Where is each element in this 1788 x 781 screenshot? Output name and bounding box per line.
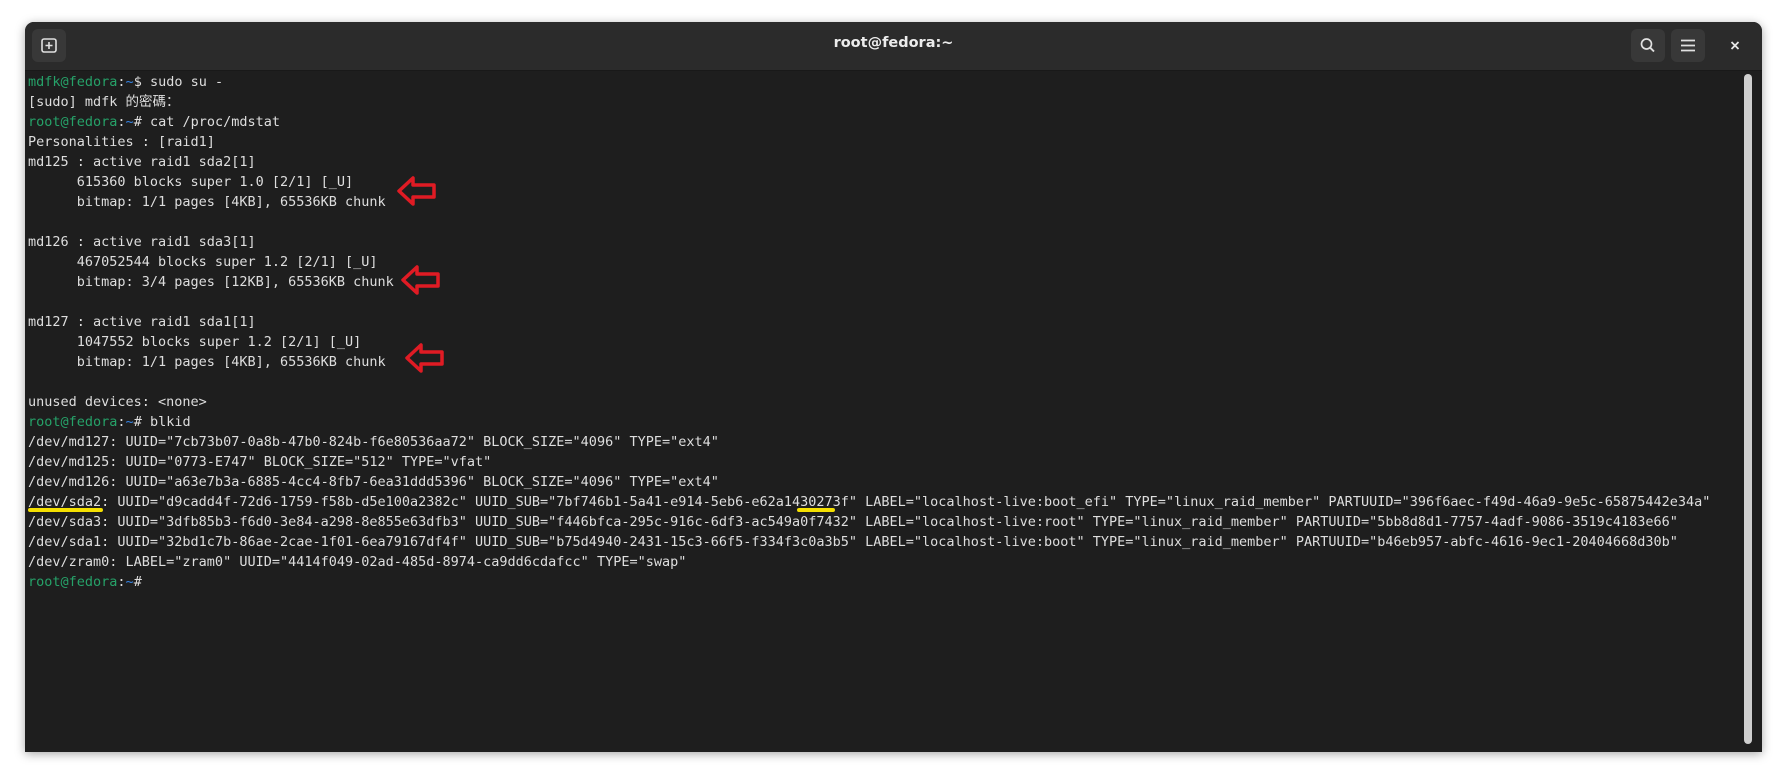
prompt-user: mdfk@fedora: [28, 74, 118, 90]
command-text: # blkid: [133, 414, 191, 430]
scrollbar[interactable]: [1744, 74, 1752, 744]
terminal-line: 615360 blocks super 1.0 [2/1] [_U]: [28, 174, 354, 190]
terminal-line: root@fedora:~# cat /proc/mdstat: [28, 112, 280, 132]
highlight-underline: [797, 508, 835, 512]
left-arrow-icon: [397, 176, 436, 206]
prompt-path: ~: [125, 574, 134, 590]
left-arrow-icon: [405, 343, 444, 373]
title-bar: root@fedora:~: [25, 22, 1762, 71]
prompt-user: root@fedora: [28, 114, 118, 130]
terminal-line: /dev/md126: UUID="a63e7b3a-6885-4cc4-8fb…: [28, 474, 719, 490]
prompt-path: ~: [125, 74, 134, 90]
terminal-line: bitmap: 1/1 pages [4KB], 65536KB chunk: [28, 354, 386, 370]
prompt-separator: :: [117, 414, 126, 430]
terminal-line: md125 : active raid1 sda2[1]: [28, 154, 256, 170]
close-icon: [1730, 41, 1740, 50]
terminal-line: Personalities : [raid1]: [28, 134, 215, 150]
prompt-path: ~: [125, 114, 134, 130]
search-button[interactable]: [1631, 29, 1665, 62]
highlight-underline: [28, 508, 103, 512]
command-text: #: [133, 574, 142, 590]
terminal-line: md127 : active raid1 sda1[1]: [28, 314, 256, 330]
terminal-line: /dev/md125: UUID="0773-E747" BLOCK_SIZE=…: [28, 454, 492, 470]
command-text: # cat /proc/mdstat: [133, 114, 280, 130]
command-text: $ sudo su -: [133, 74, 224, 90]
terminal-line: /dev/sda1: UUID="32bd1c7b-86ae-2cae-1f01…: [28, 534, 1678, 550]
terminal-line: bitmap: 1/1 pages [4KB], 65536KB chunk: [28, 194, 386, 210]
terminal-line: /dev/sda2: UUID="d9cadd4f-72d6-1759-f58b…: [28, 494, 1711, 510]
window-title: root@fedora:~: [833, 35, 954, 51]
prompt-separator: :: [117, 114, 126, 130]
terminal-line: [sudo] mdfk 的密碼：: [28, 94, 180, 110]
close-button[interactable]: [1718, 29, 1752, 62]
terminal-line: unused devices: <none>: [28, 394, 207, 410]
prompt-user: root@fedora: [28, 414, 118, 430]
terminal-line: bitmap: 3/4 pages [12KB], 65536KB chunk: [28, 274, 394, 290]
terminal-line: 1047552 blocks super 1.2 [2/1] [_U]: [28, 334, 362, 350]
left-arrow-icon: [401, 265, 440, 295]
terminal-line: md126 : active raid1 sda3[1]: [28, 234, 256, 250]
prompt-path: ~: [125, 414, 134, 430]
terminal-line: mdfk@fedora:~$ sudo su -: [28, 72, 223, 92]
terminal-line: /dev/md127: UUID="7cb73b07-0a8b-47b0-824…: [28, 434, 719, 450]
terminal-line: /dev/sda3: UUID="3dfb85b3-f6d0-3e84-a298…: [28, 514, 1678, 530]
terminal-output[interactable]: mdfk@fedora:~$ sudo su - [sudo] mdfk 的密碼：…: [26, 72, 1736, 752]
terminal-line: root@fedora:~# blkid: [28, 412, 191, 432]
prompt-separator: :: [117, 574, 126, 590]
prompt-separator: :: [117, 74, 126, 90]
prompt-user: root@fedora: [28, 574, 118, 590]
search-icon: [1640, 38, 1655, 53]
terminal-line: /dev/zram0: LABEL="zram0" UUID="4414f049…: [28, 554, 687, 570]
terminal-line: root@fedora:~#: [28, 572, 142, 592]
menu-button[interactable]: [1671, 29, 1705, 62]
terminal-window: root@fedora:~ mdfk@fedora:~$ sudo su - [s…: [25, 22, 1762, 752]
terminal-line: 467052544 blocks super 1.2 [2/1] [_U]: [28, 254, 378, 270]
hamburger-menu-icon: [1681, 39, 1695, 52]
